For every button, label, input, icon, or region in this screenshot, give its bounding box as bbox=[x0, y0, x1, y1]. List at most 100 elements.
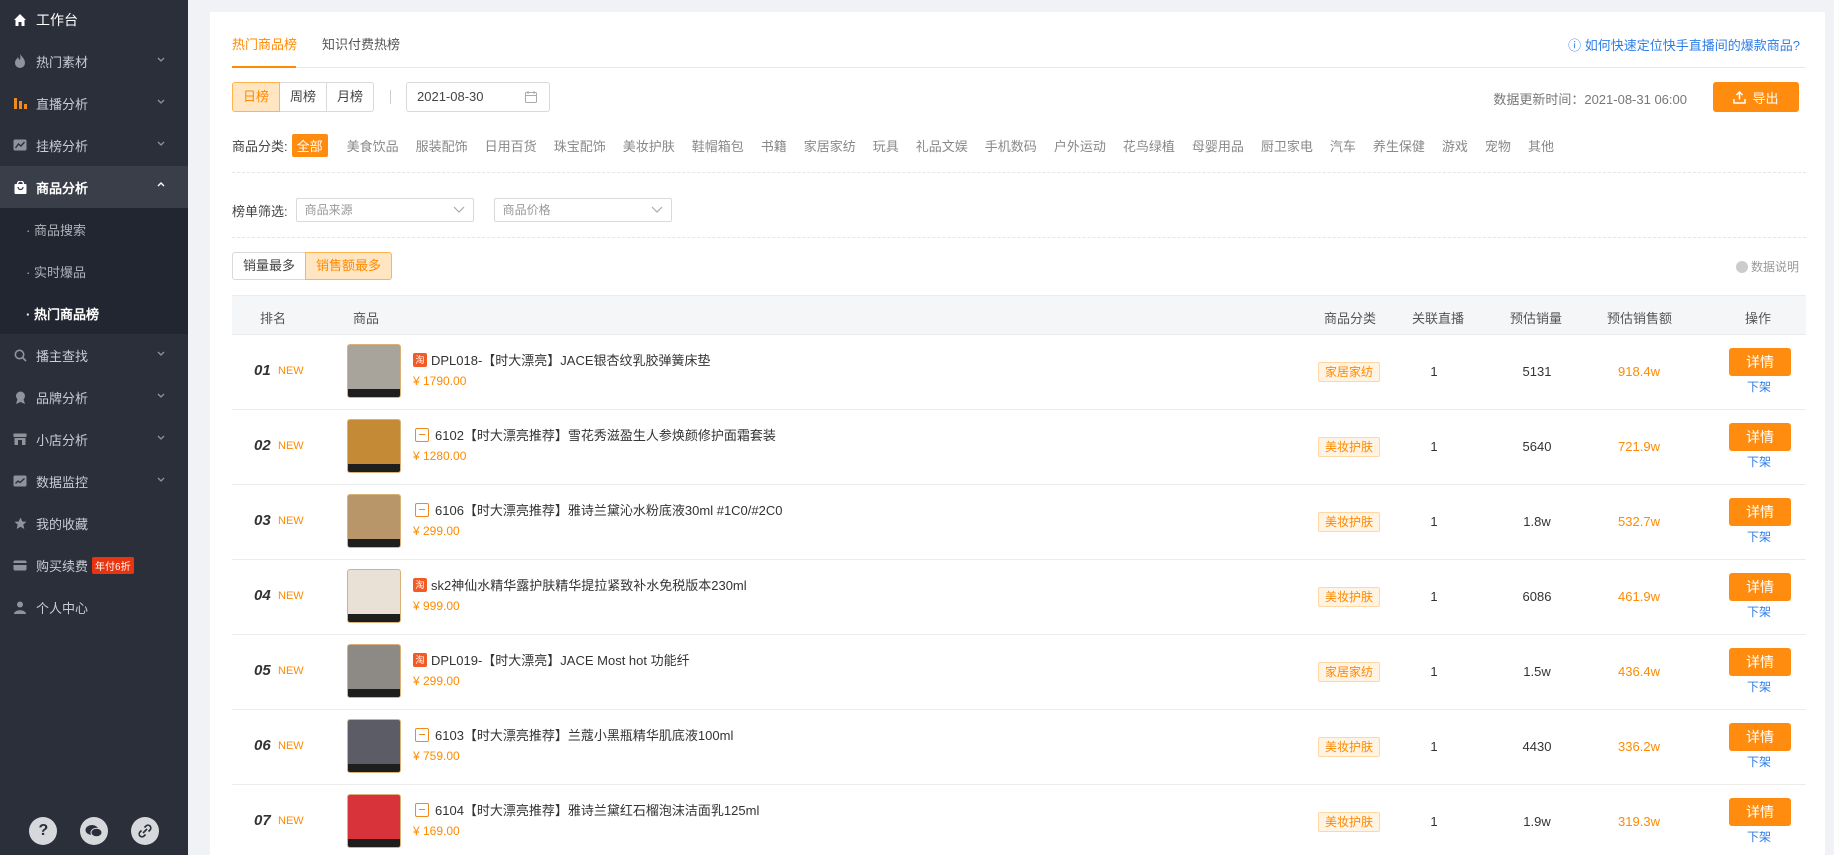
sidebar-item-favorites[interactable]: 我的收藏 bbox=[0, 502, 188, 544]
category-item[interactable]: 家居家纺 bbox=[804, 136, 856, 155]
category-item[interactable]: 日用百货 bbox=[485, 136, 537, 155]
product-title[interactable]: 6102【时大漂亮推荐】雪花秀滋盈生人参焕颜修护面霜套装 bbox=[413, 425, 776, 444]
table-row: 01 NEW 淘 DPL018-【时大漂亮】JACE银杏纹乳胶弹簧床垫 ¥ 1790.0… bbox=[232, 335, 1806, 410]
product-thumbnail[interactable] bbox=[347, 419, 401, 473]
sidebar-item-renew[interactable]: 购买续费 年付6折 bbox=[0, 544, 188, 586]
sidebar-item-list-analysis[interactable]: 挂榜分析 bbox=[0, 124, 188, 166]
product-thumbnail[interactable] bbox=[347, 569, 401, 623]
product-title-text: 6102【时大漂亮推荐】雪花秀滋盈生人参焕颜修护面霜套装 bbox=[435, 428, 776, 443]
category-item[interactable]: 礼品文娱 bbox=[916, 136, 968, 155]
delist-link[interactable]: 下架 bbox=[1747, 378, 1771, 395]
category-item[interactable]: 玩具 bbox=[873, 136, 899, 155]
category-all[interactable]: 全部 bbox=[291, 134, 328, 157]
product-thumbnail[interactable] bbox=[347, 794, 401, 848]
category-item[interactable]: 厨卫家电 bbox=[1261, 136, 1313, 155]
sidebar-item-label: 挂榜分析 bbox=[36, 138, 89, 154]
new-badge: NEW bbox=[278, 440, 304, 452]
product-title-text: 6106【时大漂亮推荐】雅诗兰黛沁水粉底液30ml #1C0/#2C0 bbox=[435, 503, 783, 518]
category-item[interactable]: 汽车 bbox=[1330, 136, 1356, 155]
category-item[interactable]: 服装配饰 bbox=[416, 136, 468, 155]
sidebar-subitem-realtime-hot[interactable]: · 实时爆品 bbox=[0, 250, 188, 292]
calendar-icon bbox=[525, 91, 537, 103]
link-icon[interactable] bbox=[130, 817, 159, 845]
detail-button[interactable]: 详情 bbox=[1729, 498, 1791, 526]
store-source-icon bbox=[415, 727, 429, 742]
category-item[interactable]: 花鸟绿植 bbox=[1123, 136, 1175, 155]
price-select[interactable]: 商品价格 bbox=[493, 198, 672, 222]
delist-link[interactable]: 下架 bbox=[1747, 753, 1771, 770]
category-item[interactable]: 户外运动 bbox=[1054, 136, 1106, 155]
category-item[interactable]: 美食饮品 bbox=[347, 136, 399, 155]
period-daily-button[interactable]: 日榜 bbox=[232, 82, 281, 112]
data-note-link[interactable]: 数据说明 bbox=[1735, 258, 1799, 275]
thumbnail-caption-bar bbox=[348, 464, 400, 472]
category-item[interactable]: 养生保健 bbox=[1373, 136, 1425, 155]
header-live: 关联直播 bbox=[1412, 311, 1465, 326]
sidebar-item-data-monitor[interactable]: 数据监控 bbox=[0, 460, 188, 502]
home-icon bbox=[12, 12, 28, 28]
sidebar-subitem-hot-ranking[interactable]: · 热门商品榜 bbox=[0, 292, 188, 334]
sidebar-item-brand-analysis[interactable]: 品牌分析 bbox=[0, 376, 188, 418]
sort-by-volume-button[interactable]: 销量最多 bbox=[232, 252, 307, 280]
detail-button[interactable]: 详情 bbox=[1729, 648, 1791, 676]
date-picker[interactable]: 2021-08-30 bbox=[406, 82, 550, 112]
period-weekly-button[interactable]: 周榜 bbox=[279, 82, 328, 112]
delist-link[interactable]: 下架 bbox=[1747, 453, 1771, 470]
price-placeholder: 商品价格 bbox=[502, 203, 551, 217]
product-title[interactable]: 6106【时大漂亮推荐】雅诗兰黛沁水粉底液30ml #1C0/#2C0 bbox=[413, 500, 782, 519]
category-item[interactable]: 宠物 bbox=[1485, 136, 1511, 155]
product-title[interactable]: 6103【时大漂亮推荐】兰蔻小黑瓶精华肌底液100ml bbox=[413, 725, 733, 744]
delist-link[interactable]: 下架 bbox=[1747, 603, 1771, 620]
product-thumbnail[interactable] bbox=[347, 719, 401, 773]
sidebar-item-product-analysis[interactable]: 商品分析 bbox=[0, 166, 188, 208]
detail-button[interactable]: 详情 bbox=[1729, 423, 1791, 451]
product-title[interactable]: 6104【时大漂亮推荐】雅诗兰黛红石榴泡沫洁面乳125ml bbox=[413, 800, 759, 819]
help-link[interactable]: ⓘ 如何快速定位快手直播间的爆款商品? bbox=[1568, 35, 1800, 54]
category-item[interactable]: 其他 bbox=[1528, 136, 1554, 155]
product-thumbnail[interactable] bbox=[347, 494, 401, 548]
shop-source-icon: 淘 bbox=[413, 652, 427, 667]
rank-number: 05 bbox=[254, 662, 271, 679]
thumbnail-caption-bar bbox=[348, 614, 400, 622]
category-item[interactable]: 美妆护肤 bbox=[623, 136, 675, 155]
detail-button[interactable]: 详情 bbox=[1729, 348, 1791, 376]
detail-button[interactable]: 详情 bbox=[1729, 798, 1791, 826]
category-item[interactable]: 鞋帽箱包 bbox=[692, 136, 744, 155]
delist-link[interactable]: 下架 bbox=[1747, 678, 1771, 695]
sidebar-subitem-product-search[interactable]: · 商品搜索 bbox=[0, 208, 188, 250]
category-item[interactable]: 游戏 bbox=[1442, 136, 1468, 155]
detail-button[interactable]: 详情 bbox=[1729, 573, 1791, 601]
product-title[interactable]: 淘 sk2神仙水精华露护肤精华提拉紧致补水免税版本230ml bbox=[413, 575, 747, 594]
sidebar-item-streamer-search[interactable]: 播主查找 bbox=[0, 334, 188, 376]
header-product: 商品 bbox=[353, 311, 380, 326]
source-select[interactable]: 商品来源 bbox=[295, 198, 474, 222]
sidebar-item-hot-material[interactable]: 热门素材 bbox=[0, 40, 188, 82]
category-item[interactable]: 手机数码 bbox=[985, 136, 1037, 155]
tab-hot-products[interactable]: 热门商品榜 bbox=[232, 34, 297, 53]
sidebar-item-shop-analysis[interactable]: 小店分析 bbox=[0, 418, 188, 460]
product-thumbnail[interactable] bbox=[347, 344, 401, 398]
rank-number: 04 bbox=[254, 587, 271, 604]
delist-link[interactable]: 下架 bbox=[1747, 828, 1771, 845]
product-title[interactable]: 淘 DPL018-【时大漂亮】JACE银杏纹乳胶弹簧床垫 bbox=[413, 350, 711, 369]
detail-button[interactable]: 详情 bbox=[1729, 723, 1791, 751]
sort-by-revenue-button[interactable]: 销售额最多 bbox=[305, 252, 393, 280]
product-title[interactable]: 淘 DPL019-【时大漂亮】JACE Most hot 功能纤 bbox=[413, 650, 690, 669]
export-button[interactable]: 导出 bbox=[1713, 82, 1799, 112]
wechat-icon[interactable] bbox=[79, 817, 108, 845]
sidebar-item-label: 个人中心 bbox=[36, 600, 89, 616]
help-icon[interactable]: ? bbox=[29, 817, 58, 845]
category-item[interactable]: 书籍 bbox=[761, 136, 787, 155]
card-icon bbox=[12, 557, 28, 573]
sidebar-item-label: 直播分析 bbox=[36, 96, 89, 112]
product-thumbnail[interactable] bbox=[347, 644, 401, 698]
sidebar-item-workbench[interactable]: 工作台 bbox=[0, 0, 188, 40]
tab-paid-knowledge[interactable]: 知识付费热榜 bbox=[322, 34, 400, 53]
category-item[interactable]: 母婴用品 bbox=[1192, 136, 1244, 155]
delist-link[interactable]: 下架 bbox=[1747, 528, 1771, 545]
sidebar-item-profile[interactable]: 个人中心 bbox=[0, 586, 188, 628]
product-price: ¥ 299.00 bbox=[413, 674, 460, 688]
period-monthly-button[interactable]: 月榜 bbox=[326, 82, 375, 112]
category-item[interactable]: 珠宝配饰 bbox=[554, 136, 606, 155]
sidebar-item-live-analysis[interactable]: 直播分析 bbox=[0, 82, 188, 124]
